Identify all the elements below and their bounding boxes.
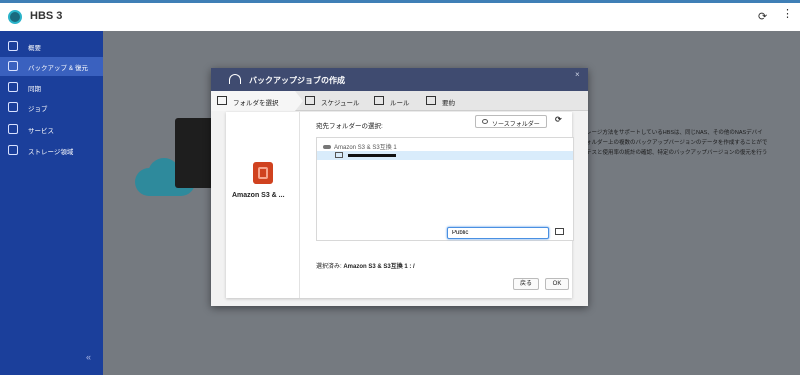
top-bar: HBS 3 ⟳ ⋮ <box>0 0 800 31</box>
step-label: スケジュール <box>321 100 360 107</box>
step-schedule[interactable]: スケジュール <box>299 91 363 111</box>
background-description: レージ方法をサポートしているHBSは、同じNAS、その他のNASデバイ ォルダー… <box>586 128 800 158</box>
cloud-icon <box>323 145 331 149</box>
sidebar-item-overview[interactable]: 概要 <box>0 37 103 56</box>
folder-name-input[interactable] <box>447 227 549 239</box>
backup-icon <box>8 61 18 71</box>
collapse-sidebar-icon[interactable]: « <box>86 352 91 362</box>
selected-value: Amazon S3 & S3互換 1 : / <box>343 264 415 270</box>
create-backup-job-dialog: バックアップジョブの作成 × フォルダを選択 スケジュール ルール 要約 Ama… <box>211 68 588 306</box>
wizard-steps: フォルダを選択 スケジュール ルール 要約 <box>211 91 588 111</box>
dialog-title: バックアップジョブの作成 <box>249 76 345 85</box>
folder-tree: Amazon S3 & S3互換 1 <box>316 137 574 241</box>
sidebar-item-label: バックアップ & 復元 <box>28 65 88 72</box>
sidebar-item-jobs[interactable]: ジョブ <box>0 98 103 117</box>
nas-device-illustration <box>175 118 215 188</box>
redacted-folder-name <box>348 154 396 157</box>
sidebar-item-label: サービス <box>28 128 54 135</box>
step-label: フォルダを選択 <box>233 100 279 107</box>
sidebar-item-label: ジョブ <box>28 106 48 113</box>
sidebar: 概要 バックアップ & 復元 同期 ジョブ サービス ストレージ領域 « <box>0 31 103 375</box>
dialog-header: バックアップジョブの作成 × <box>211 68 588 91</box>
tree-root-node[interactable]: Amazon S3 & S3互換 1 <box>323 142 397 151</box>
more-options-icon[interactable]: ⋮ <box>782 9 793 20</box>
refresh-icon[interactable]: ⟳ <box>758 10 767 23</box>
hbs-logo-icon <box>8 10 22 24</box>
ok-button[interactable]: OK <box>545 278 569 290</box>
sidebar-item-storage[interactable]: ストレージ領域 <box>0 141 103 160</box>
sidebar-item-sync[interactable]: 同期 <box>0 78 103 97</box>
sidebar-item-label: ストレージ領域 <box>28 149 74 156</box>
job-icon <box>8 102 18 112</box>
sidebar-item-label: 概要 <box>28 45 41 52</box>
new-folder-icon[interactable] <box>555 228 564 235</box>
service-name: Amazon S3 & ... <box>232 192 285 199</box>
summary-icon <box>426 96 436 105</box>
close-icon[interactable]: × <box>575 70 580 79</box>
step-label: 要約 <box>442 100 455 107</box>
folder-icon <box>335 152 343 158</box>
sidebar-item-label: 同期 <box>28 86 41 93</box>
back-button[interactable]: 戻る <box>513 278 539 290</box>
refresh-tree-icon[interactable]: ⟳ <box>555 115 562 124</box>
selected-prefix: 選択済み: <box>316 264 344 270</box>
amazon-s3-icon <box>253 162 273 184</box>
folder-select-icon <box>217 96 227 105</box>
storage-icon <box>8 145 18 155</box>
service-column: Amazon S3 & ... <box>226 112 300 298</box>
destination-folder-label: 宛先フォルダーの選択: <box>316 123 383 130</box>
sync-icon <box>8 82 18 92</box>
dialog-panel: Amazon S3 & ... 宛先フォルダーの選択: ソースフォルダー ⟳ A… <box>226 112 574 298</box>
rules-icon <box>374 96 384 105</box>
step-select-folder[interactable]: フォルダを選択 <box>211 91 303 111</box>
dashboard-icon <box>8 41 18 51</box>
service-icon <box>8 124 18 134</box>
sidebar-item-services[interactable]: サービス <box>0 120 103 139</box>
app-title: HBS 3 <box>30 10 63 22</box>
eye-icon <box>482 119 488 124</box>
step-rules[interactable]: ルール <box>368 91 418 111</box>
background-description-text: レージ方法をサポートしているHBSは、同じNAS、その他のNASデバイ ォルダー… <box>586 130 768 156</box>
backup-job-icon <box>229 74 241 84</box>
step-label: ルール <box>390 100 410 107</box>
calendar-icon <box>305 96 315 105</box>
source-folder-button-label: ソースフォルダー <box>492 122 540 128</box>
step-summary[interactable]: 要約 <box>420 91 470 111</box>
selected-destination: 選択済み: Amazon S3 & S3互換 1 : / <box>316 261 415 270</box>
sidebar-item-backup-restore[interactable]: バックアップ & 復元 <box>0 57 103 76</box>
tree-selected-folder[interactable] <box>317 151 573 160</box>
source-folder-button[interactable]: ソースフォルダー <box>475 115 547 128</box>
